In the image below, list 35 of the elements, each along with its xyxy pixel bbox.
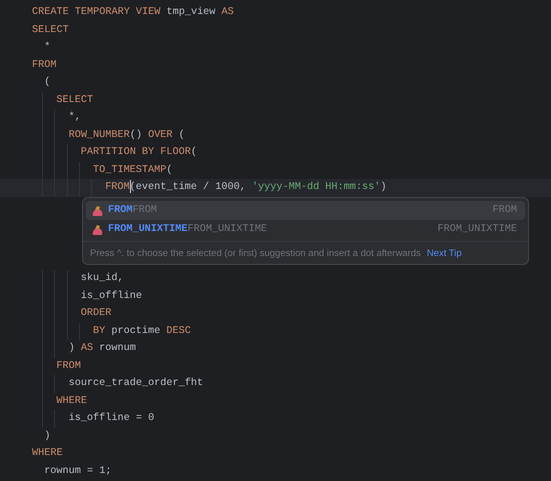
code-line: *, xyxy=(68,112,81,124)
completion-hint: Press ^. to choose the selected (or first) suggestion and insert a dot afterwards xyxy=(90,248,421,259)
function-icon xyxy=(91,204,104,217)
code-line: ) xyxy=(44,430,50,442)
code-line: is_offline xyxy=(80,290,142,302)
code-line: source_trade_order_fht xyxy=(68,378,204,390)
code-line: ( xyxy=(44,77,50,88)
code-line: PARTITION BY FLOOR( xyxy=(80,147,197,158)
completion-item[interactable]: FROMFROM FROM xyxy=(86,201,525,220)
code-line: FROM(event_time / 1000, 'yyyy-MM-dd HH:mm:ss') xyxy=(105,182,386,194)
code-line: SELECT xyxy=(56,94,94,106)
suggestion-detail: FROM_UNIXTIME xyxy=(187,224,267,236)
code-line: FROM xyxy=(56,360,81,372)
code-line: ORDER xyxy=(80,308,112,320)
code-line: * xyxy=(44,42,50,54)
suggestion-detail: FROM xyxy=(132,205,157,216)
code-line: sku_id, xyxy=(80,273,124,284)
code-line: CREATE TEMPORARY VIEW tmp_view AS xyxy=(32,7,234,18)
next-tip-link[interactable]: Next Tip xyxy=(426,248,462,259)
code-line: rownum = 1; xyxy=(44,466,112,478)
code-line: ROW_NUMBER() OVER ( xyxy=(68,130,185,141)
code-line: SELECT xyxy=(32,24,69,36)
function-icon xyxy=(91,224,104,236)
code-line: BY proctime DESC xyxy=(93,326,191,337)
suggestion-type: FROM xyxy=(492,205,517,216)
code-line: is_offline = 0 xyxy=(68,413,154,424)
suggestion-name: FROM_UNIXTIME xyxy=(108,224,188,236)
completion-item[interactable]: FROM_UNIXTIMEFROM_UNIXTIME FROM_UNIXTIME xyxy=(86,220,525,240)
suggestion-type: FROM_UNIXTIME xyxy=(438,224,517,236)
code-line: FROM xyxy=(32,60,56,71)
code-line: WHERE xyxy=(32,448,63,460)
code-line: ) AS rownum xyxy=(68,343,136,354)
suggestion-name: FROM xyxy=(108,205,132,216)
code-line: TO_TIMESTAMP( xyxy=(93,164,172,176)
code-line: WHERE xyxy=(56,396,87,407)
